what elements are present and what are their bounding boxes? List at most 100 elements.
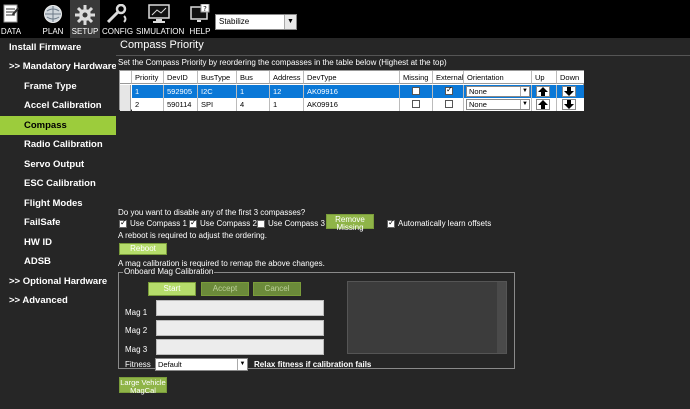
table-cell[interactable]: 12 bbox=[270, 85, 304, 98]
use-compass-3-label[interactable]: Use Compass 3 bbox=[268, 219, 325, 228]
flight-mode-select[interactable]: Stabilize ▼ bbox=[215, 14, 297, 30]
calibration-results-box[interactable] bbox=[347, 281, 507, 354]
globe-icon bbox=[43, 4, 63, 26]
column-header[interactable]: External bbox=[433, 71, 464, 84]
external-checkbox[interactable] bbox=[445, 100, 453, 108]
table-cell[interactable]: 592905 bbox=[164, 85, 198, 98]
column-header[interactable]: Missing bbox=[400, 71, 433, 84]
use-compass-2-label[interactable]: Use Compass 2 bbox=[200, 219, 257, 228]
title-divider bbox=[116, 55, 690, 56]
help-icon: ? bbox=[190, 3, 210, 26]
disable-question: Do you want to disable any of the first … bbox=[118, 208, 306, 217]
sidebar-item-servo-output[interactable]: Servo Output bbox=[0, 155, 116, 174]
simulation-tab[interactable]: SIMULATION bbox=[136, 0, 185, 38]
table-cell[interactable]: 1 bbox=[132, 85, 164, 98]
fitness-select[interactable]: Default ▼ bbox=[155, 358, 248, 371]
main-toolbar: DATA PLAN SETUP CONFIG SIMULATION ? HELP… bbox=[0, 0, 690, 38]
column-header[interactable]: Down bbox=[557, 71, 584, 84]
table-cell[interactable]: 590114 bbox=[164, 98, 198, 111]
column-header[interactable]: Priority bbox=[132, 71, 164, 84]
mission-planner-window: DATA PLAN SETUP CONFIG SIMULATION ? HELP… bbox=[0, 0, 690, 409]
config-tab[interactable]: CONFIG bbox=[102, 0, 133, 38]
cancel-button[interactable]: Cancel bbox=[253, 282, 301, 296]
monitor-icon bbox=[148, 4, 170, 26]
orientation-select[interactable]: None ▼ bbox=[466, 86, 530, 97]
chevron-down-icon: ▼ bbox=[520, 100, 529, 109]
data-icon bbox=[3, 4, 19, 26]
sidebar-item-radio-calibration[interactable]: Radio Calibration bbox=[0, 135, 116, 154]
accept-button[interactable]: Accept bbox=[201, 282, 249, 296]
sidebar-item-failsafe[interactable]: FailSafe bbox=[0, 213, 116, 232]
sidebar-item-accel-calibration[interactable]: Accel Calibration bbox=[0, 96, 116, 115]
sidebar-item-install-firmware[interactable]: Install Firmware bbox=[0, 38, 116, 57]
sidebar-item-mandatory-hardware[interactable]: >> Mandatory Hardware bbox=[0, 57, 117, 76]
mag-2-progress-bar bbox=[156, 320, 324, 336]
data-tab[interactable]: DATA bbox=[0, 0, 22, 38]
missing-checkbox[interactable] bbox=[412, 100, 420, 108]
arrow-down-icon bbox=[564, 100, 574, 109]
remove-missing-button[interactable]: Remove Missing bbox=[326, 214, 374, 232]
setup-tab-label: SETUP bbox=[71, 27, 99, 36]
row-selector[interactable] bbox=[120, 85, 131, 98]
large-vehicle-magcal-button[interactable]: Large Vehicle MagCal bbox=[119, 377, 167, 394]
compass-priority-table[interactable]: Priority DevID BusType Bus Address DevTy… bbox=[119, 70, 584, 111]
sidebar-item-esc-calibration[interactable]: ESC Calibration bbox=[0, 174, 116, 193]
help-tab[interactable]: ? HELP bbox=[188, 0, 212, 38]
setup-tab[interactable]: SETUP bbox=[70, 0, 100, 38]
setup-sidebar: Install Firmware >> Mandatory Hardware F… bbox=[0, 38, 117, 409]
sidebar-item-frame-type[interactable]: Frame Type bbox=[0, 77, 116, 96]
column-header[interactable]: Orientation bbox=[464, 71, 532, 84]
table-cell[interactable]: 1 bbox=[270, 98, 304, 111]
move-up-button[interactable] bbox=[536, 99, 550, 110]
simulation-tab-label: SIMULATION bbox=[136, 27, 185, 36]
table-cell[interactable]: 4 bbox=[237, 98, 270, 111]
table-cell[interactable]: SPI bbox=[198, 98, 237, 111]
gear-icon bbox=[74, 4, 96, 28]
use-compass-2-checkbox[interactable] bbox=[189, 218, 197, 228]
group-title: Onboard Mag Calibration bbox=[123, 267, 215, 276]
external-checkbox[interactable] bbox=[445, 85, 453, 95]
mag-1-progress-bar bbox=[156, 300, 324, 316]
mag-3-progress-bar bbox=[156, 339, 324, 355]
orientation-value: None bbox=[469, 100, 487, 109]
column-header[interactable]: DevID bbox=[164, 71, 198, 84]
column-header[interactable]: Bus bbox=[237, 71, 270, 84]
sidebar-item-optional-hardware[interactable]: >> Optional Hardware bbox=[0, 272, 116, 291]
sidebar-item-adsb[interactable]: ADSB bbox=[0, 252, 116, 271]
auto-learn-checkbox[interactable] bbox=[387, 218, 395, 228]
row-selector[interactable] bbox=[120, 98, 131, 111]
use-compass-3-checkbox[interactable] bbox=[257, 220, 265, 228]
table-cell[interactable]: AK09916 bbox=[304, 85, 400, 98]
use-compass-1-checkbox[interactable] bbox=[119, 218, 127, 228]
table-cell[interactable]: AK09916 bbox=[304, 98, 400, 111]
move-up-button[interactable] bbox=[536, 86, 550, 97]
start-button[interactable]: Start bbox=[148, 282, 196, 296]
sidebar-item-flight-modes[interactable]: Flight Modes bbox=[0, 194, 116, 213]
column-header[interactable]: Up bbox=[532, 71, 557, 84]
table-cell[interactable]: 1 bbox=[237, 85, 270, 98]
move-down-button[interactable] bbox=[562, 99, 576, 110]
plan-tab-label: PLAN bbox=[42, 27, 64, 36]
reboot-button[interactable]: Reboot bbox=[119, 243, 167, 255]
column-header[interactable]: Address bbox=[270, 71, 304, 84]
move-down-button[interactable] bbox=[562, 86, 576, 97]
results-scrollbar[interactable] bbox=[497, 282, 506, 353]
mag-3-label: Mag 3 bbox=[125, 345, 148, 354]
relax-fitness-label: Relax fitness if calibration fails bbox=[254, 360, 372, 369]
missing-checkbox[interactable] bbox=[412, 87, 420, 95]
column-header[interactable]: DevType bbox=[304, 71, 400, 84]
table-cell[interactable]: I2C bbox=[198, 85, 237, 98]
sidebar-item-hw-id[interactable]: HW ID bbox=[0, 233, 116, 252]
page-title: Compass Priority bbox=[120, 39, 204, 51]
fitness-label: Fitness bbox=[125, 360, 151, 369]
sidebar-item-advanced[interactable]: >> Advanced bbox=[0, 291, 116, 310]
use-compass-1-label[interactable]: Use Compass 1 bbox=[130, 219, 187, 228]
orientation-select[interactable]: None ▼ bbox=[466, 99, 530, 110]
auto-learn-label[interactable]: Automatically learn offsets bbox=[398, 219, 491, 228]
compass-page: Compass Priority Set the Compass Priorit… bbox=[116, 38, 690, 409]
sidebar-item-compass[interactable]: Compass bbox=[0, 116, 116, 135]
fitness-value: Default bbox=[158, 360, 182, 369]
column-header[interactable]: BusType bbox=[198, 71, 237, 84]
plan-tab[interactable]: PLAN bbox=[40, 0, 66, 38]
table-cell[interactable]: 2 bbox=[132, 98, 164, 111]
